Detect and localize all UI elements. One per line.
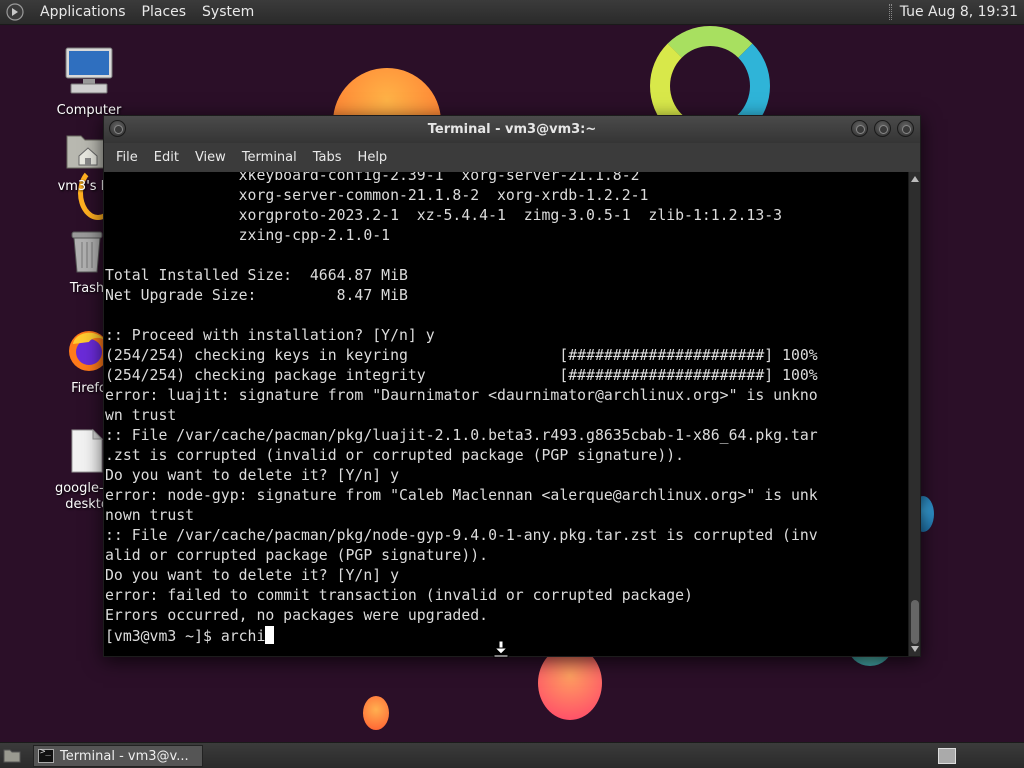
window-title: Terminal - vm3@vm3:~ — [427, 122, 597, 137]
terminal-line: xkeyboard-config-2.39-1 xorg-server-21.1… — [105, 172, 640, 184]
wallpaper-small-orange-blob — [363, 696, 389, 730]
scroll-down-arrow-icon[interactable] — [911, 646, 919, 652]
applications-menu[interactable]: Applications — [32, 0, 134, 25]
terminal-line: xorgproto-2023.2-1 xz-5.4.4-1 zimg-3.0.5… — [105, 207, 783, 224]
terminal-line: nown trust — [105, 507, 195, 524]
menu-help[interactable]: Help — [350, 150, 396, 165]
terminal-line: zxing-cpp-2.1.0-1 — [105, 227, 391, 244]
terminal-line: Do you want to delete it? [Y/n] y — [105, 567, 399, 584]
shell-prompt: [vm3@vm3 ~]$ — [105, 628, 221, 645]
terminal-window[interactable]: Terminal - vm3@vm3:~ File Edit View Term… — [103, 115, 921, 657]
terminal-line: xorg-server-common-21.1.8-2 xorg-xrdb-1.… — [105, 187, 649, 204]
terminal-line: wn trust — [105, 407, 177, 424]
terminal-line: (254/254) checking package integrity [##… — [105, 367, 818, 384]
menu-terminal[interactable]: Terminal — [234, 150, 305, 165]
system-menu[interactable]: System — [194, 0, 262, 25]
terminal-line: error: luajit: signature from "Daurnimat… — [105, 387, 818, 404]
scrollbar-thumb[interactable] — [911, 600, 919, 644]
terminal-line: alid or corrupted package (PGP signature… — [105, 547, 489, 564]
maximize-button[interactable] — [874, 120, 891, 137]
close-button[interactable] — [897, 120, 914, 137]
workspace-switcher[interactable] — [938, 748, 956, 764]
terminal-titlebar[interactable]: Terminal - vm3@vm3:~ — [104, 116, 920, 143]
terminal-scrollbar[interactable] — [908, 172, 920, 656]
panel-separator — [888, 4, 892, 20]
computer-icon — [65, 47, 113, 94]
menu-logo-icon[interactable] — [6, 3, 24, 21]
terminal-line: Errors occurred, no packages were upgrad… — [105, 607, 489, 624]
menu-view[interactable]: View — [187, 150, 234, 165]
command-input[interactable]: archi — [221, 628, 266, 645]
terminal-line: error: node-gyp: signature from "Caleb M… — [105, 487, 818, 504]
terminal-icon — [38, 747, 54, 763]
terminal-text: xkeyboard-config-2.39-1 xorg-server-21.1… — [104, 172, 910, 647]
desktop-icon-computer[interactable]: Computer — [44, 46, 134, 119]
menu-tabs[interactable]: Tabs — [305, 150, 350, 165]
minimize-button[interactable] — [851, 120, 868, 137]
terminal-line: :: Proceed with installation? [Y/n] y — [105, 327, 435, 344]
terminal-menubar: File Edit View Terminal Tabs Help — [104, 143, 920, 171]
taskbar-terminal-button[interactable]: Terminal - vm3@v... — [33, 745, 203, 767]
terminal-line: Total Installed Size: 4664.87 MiB — [105, 267, 408, 284]
wallpaper-orange-blob — [538, 646, 602, 720]
terminal-line: :: File /var/cache/pacman/pkg/luajit-2.1… — [105, 427, 818, 444]
taskbar-window-label: Terminal - vm3@v... — [60, 748, 189, 764]
menu-file[interactable]: File — [108, 150, 146, 165]
trash-icon — [71, 231, 103, 273]
top-panel: Applications Places System Tue Aug 8, 19… — [0, 0, 1024, 25]
window-menu-button[interactable] — [109, 120, 126, 137]
terminal-line: .zst is corrupted (invalid or corrupted … — [105, 447, 685, 464]
desktop-file-icon — [71, 428, 104, 473]
terminal-line: :: File /var/cache/pacman/pkg/node-gyp-9… — [105, 527, 818, 544]
terminal-line: error: failed to commit transaction (inv… — [105, 587, 693, 604]
text-cursor — [265, 626, 275, 644]
bottom-panel: Terminal - vm3@v... — [0, 742, 1024, 768]
places-menu[interactable]: Places — [134, 0, 195, 25]
terminal-line: (254/254) checking keys in keyring [####… — [105, 347, 818, 364]
terminal-line: Do you want to delete it? [Y/n] y — [105, 467, 399, 484]
desktop: Computer vm3's Ho Trash Firefo google-ch… — [0, 26, 1024, 742]
clock[interactable]: Tue Aug 8, 19:31 — [900, 4, 1024, 20]
menu-edit[interactable]: Edit — [146, 150, 187, 165]
show-desktop-icon[interactable] — [3, 747, 21, 764]
terminal-output[interactable]: xkeyboard-config-2.39-1 xorg-server-21.1… — [104, 172, 910, 656]
terminal-line: Net Upgrade Size: 8.47 MiB — [105, 287, 408, 304]
mouse-pointer-icon — [493, 640, 509, 658]
scroll-up-arrow-icon[interactable] — [911, 176, 919, 182]
